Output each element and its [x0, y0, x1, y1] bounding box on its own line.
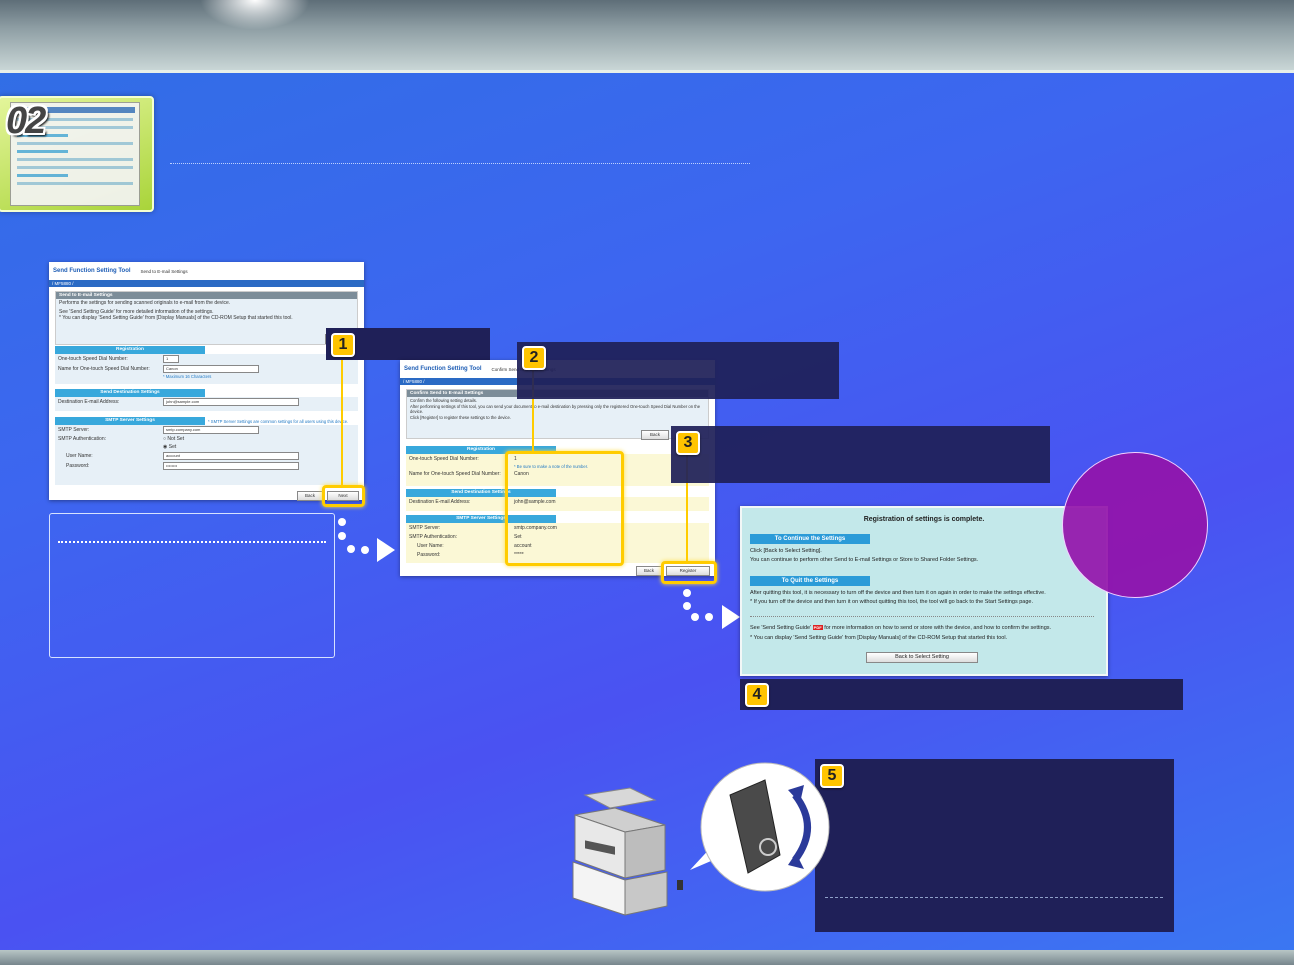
quit-text: * If you turn off the device and then tu… [750, 599, 1034, 605]
smtp-note: * SMTP Server Settings are common settin… [208, 418, 349, 424]
smtp-server-input[interactable]: smtp.company.com [163, 426, 259, 434]
name-hint: * Maximum 16 Characters [163, 374, 212, 379]
flow-dot [705, 613, 713, 621]
name-label: Name for One-touch Speed Dial Number: [409, 471, 501, 477]
smtp-auth-label: SMTP Authentication: [58, 436, 106, 442]
power-switch-zoom-icon [690, 762, 830, 892]
back-button[interactable]: Back [641, 430, 669, 440]
section-smtp: SMTP Server Settings [55, 417, 205, 425]
back-button[interactable]: Back [636, 566, 662, 576]
bottom-banner [0, 950, 1294, 965]
continue-text: Click [Back to Select Setting]. [750, 548, 822, 554]
callout-box-3 [671, 426, 1050, 483]
badge-4: 4 [745, 683, 769, 707]
badge-3: 3 [676, 431, 700, 455]
page-subtitle: Send to E-mail Settings [140, 268, 188, 274]
callout-box-5 [815, 759, 1174, 932]
complete-divider [750, 616, 1094, 617]
smtp-server-label: SMTP Server: [58, 427, 90, 433]
callout-line-1 [341, 350, 343, 486]
radio-set[interactable]: ◉ Set [163, 444, 176, 450]
step-number: 02 [6, 100, 46, 142]
settings-window: Send Function Setting Tool Send to E-mai… [49, 262, 364, 501]
smtp-server-label: SMTP Server: [409, 524, 441, 531]
section-destination: Send Destination Settings [55, 389, 205, 397]
register-highlight [661, 561, 717, 584]
speed-dial-label: One-touch Speed Dial Number: [58, 356, 128, 362]
dest-label: Destination E-mail Address: [58, 399, 120, 405]
confirm-text: Click [Register] to register these setti… [410, 414, 512, 420]
flow-dot [338, 518, 346, 526]
top-banner [0, 0, 1294, 73]
app-title: Send Function Setting Tool [53, 268, 131, 274]
guide-text: * You can display 'Send Setting Guide' f… [750, 635, 1008, 641]
back-button[interactable]: Back [297, 491, 323, 501]
flow-dot [683, 602, 691, 610]
section-registration: Registration [55, 346, 205, 354]
quit-text: After quitting this tool, it is necessar… [750, 590, 1046, 596]
completion-heading: Registration of settings is complete. [863, 516, 985, 523]
completion-window: Registration of settings is complete. To… [740, 506, 1108, 676]
window-title-bar: Send Function Setting Tool Send to E-mai… [49, 262, 364, 280]
name-label: Name for One-touch Speed Dial Number: [58, 366, 150, 372]
flow-arrow-icon [377, 538, 395, 562]
note-box [49, 513, 335, 658]
quit-title: To Quit the Settings [750, 576, 870, 586]
back-to-select-button[interactable]: Back to Select Setting [866, 652, 978, 663]
guide-text: See 'Send Setting Guide' PDF for more in… [750, 625, 1052, 631]
panel-title: Send to E-mail Settings [56, 292, 357, 299]
values-highlight [505, 451, 624, 566]
banner-glow [200, 0, 310, 30]
pdf-icon: PDF [812, 625, 823, 630]
pass-label: Password: [66, 463, 90, 469]
flow-dot [691, 613, 699, 621]
dest-label: Destination E-mail Address: [409, 499, 471, 505]
user-label: User Name: [66, 453, 93, 459]
app-title: Send Function Setting Tool [404, 366, 482, 372]
smtp-auth-label: SMTP Authentication: [409, 533, 457, 540]
pass-input[interactable]: •••••••• [163, 462, 299, 470]
badge-1: 1 [331, 333, 355, 357]
user-input[interactable]: account [163, 452, 299, 460]
flow-dot [361, 546, 369, 554]
name-input[interactable]: Canon [163, 365, 259, 373]
callout-box-2 [517, 342, 839, 399]
continue-title: To Continue the Settings [750, 534, 870, 544]
continue-text: You can continue to perform other Send t… [750, 557, 979, 563]
callout-box-4 [740, 679, 1183, 710]
pass-label: Password: [417, 551, 441, 558]
speed-dial-select[interactable]: 1 [163, 355, 179, 363]
flow-dot [338, 532, 346, 540]
note-divider [58, 541, 326, 543]
speed-dial-label: One-touch Speed Dial Number: [409, 456, 479, 462]
radio-not-set[interactable]: ○ Not Set [163, 436, 184, 442]
dest-input[interactable]: john@sample.com [163, 398, 299, 406]
callout-5-divider [825, 897, 1163, 898]
next-highlight [322, 485, 365, 507]
model-bar: / MF5880 / [49, 280, 364, 287]
flow-arrow-icon [722, 605, 740, 629]
flow-dot [347, 545, 355, 553]
flow-dot [683, 589, 691, 597]
user-label: User Name: [417, 542, 444, 549]
header-divider [170, 163, 750, 164]
intro-panel: Send to E-mail Settings Performs the set… [55, 291, 358, 345]
intro-text: * You can display 'Send Setting Guide' f… [59, 315, 293, 321]
badge-2: 2 [522, 346, 546, 370]
intro-text: Performs the settings for sending scanne… [59, 300, 231, 306]
confirm-text: After performing settings of this tool, … [410, 403, 701, 415]
emphasis-circle [1062, 452, 1208, 598]
